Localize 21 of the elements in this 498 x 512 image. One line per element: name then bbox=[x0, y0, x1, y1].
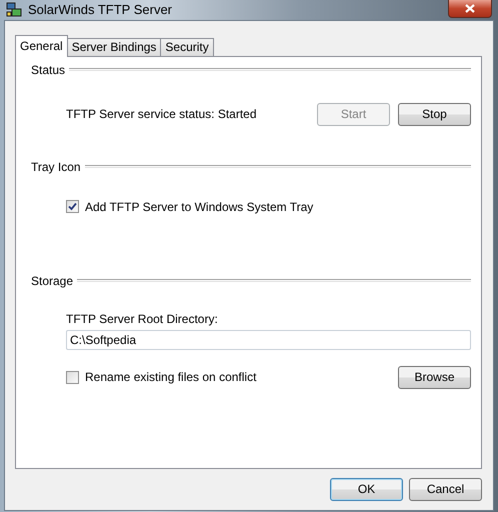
status-text: TFTP Server service status: Started bbox=[66, 106, 258, 123]
computer-icon bbox=[6, 2, 22, 18]
directory-field[interactable]: C:\Softpedia bbox=[66, 330, 471, 350]
checkbox[interactable] bbox=[66, 370, 79, 384]
close-icon bbox=[465, 4, 475, 13]
browse-button[interactable]: Browse bbox=[398, 366, 471, 388]
tab[interactable]: Security bbox=[160, 38, 214, 56]
checkbox[interactable] bbox=[66, 200, 79, 213]
section-heading: Storage bbox=[31, 272, 74, 290]
checkbox-label: Rename existing files on conflict bbox=[85, 369, 256, 386]
tab[interactable]: General bbox=[15, 34, 68, 56]
tab[interactable]: Server Bindings bbox=[66, 38, 162, 56]
field-label: TFTP Server Root Directory: bbox=[66, 310, 219, 328]
section-heading: Status bbox=[31, 62, 66, 78]
section-heading: Tray Icon bbox=[31, 158, 81, 176]
dialog-button[interactable]: Cancel bbox=[409, 478, 482, 500]
window-title: SolarWinds TFTP Server bbox=[28, 1, 172, 19]
close-button[interactable] bbox=[448, 0, 492, 18]
checkbox-label: Add TFTP Server to Windows System Tray bbox=[85, 198, 314, 216]
dialog-button[interactable]: OK bbox=[330, 478, 403, 500]
service-button[interactable]: Stop bbox=[398, 102, 471, 126]
